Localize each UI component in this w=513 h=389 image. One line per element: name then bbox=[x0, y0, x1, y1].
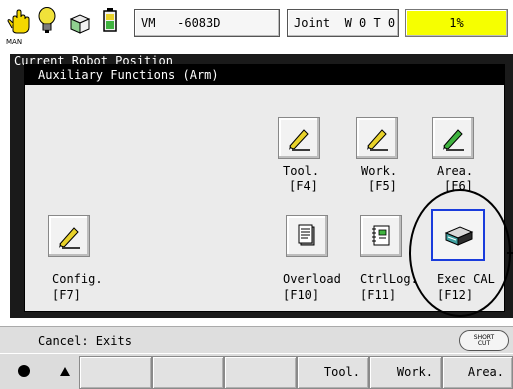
work-button[interactable] bbox=[356, 117, 398, 159]
program-name-field[interactable]: VM -6083D bbox=[134, 9, 280, 37]
pencil-icon bbox=[289, 129, 310, 151]
exec-calibration-label: Exec CAL bbox=[437, 272, 495, 286]
dialog-title: Auxiliary Functions (Arm) bbox=[25, 65, 504, 85]
pencil-icon bbox=[367, 129, 388, 151]
message-text: Cancel: Exits bbox=[38, 334, 132, 348]
controller-log-label: CtrlLog. bbox=[360, 272, 418, 286]
status-bar: MAN VM -6083D Joint W 0 T 0 1% bbox=[0, 0, 513, 47]
coordinate-mode-field[interactable]: Joint W 0 T 0 bbox=[287, 9, 399, 37]
area-key: [F6] bbox=[444, 179, 473, 193]
calibration-device-icon bbox=[444, 226, 474, 246]
function-key-1[interactable] bbox=[79, 356, 152, 389]
shortcut-button[interactable]: SHORT CUT bbox=[459, 330, 509, 351]
tool-key: [F4] bbox=[289, 179, 318, 193]
overload-key: [F10] bbox=[283, 288, 320, 302]
pencil-icon bbox=[59, 227, 80, 249]
work-key: [F5] bbox=[368, 179, 397, 193]
shortcut-label: SHORT CUT bbox=[474, 334, 494, 347]
record-dot-icon[interactable] bbox=[18, 365, 30, 377]
function-key-2[interactable] bbox=[152, 356, 224, 389]
config-key: [F7] bbox=[52, 288, 81, 302]
tool-button[interactable] bbox=[278, 117, 320, 159]
area-button[interactable] bbox=[432, 117, 474, 159]
mode-label: MAN bbox=[6, 38, 23, 46]
pencil-icon bbox=[443, 129, 464, 151]
controller-log-button[interactable] bbox=[360, 215, 402, 257]
overload-button[interactable] bbox=[286, 215, 328, 257]
config-button[interactable] bbox=[48, 215, 90, 257]
notebook-icon bbox=[372, 225, 390, 246]
function-key-3[interactable] bbox=[224, 356, 297, 389]
overload-label: Overload bbox=[283, 272, 341, 286]
tool-label: Tool. bbox=[283, 164, 320, 178]
exec-calibration-key: [F12] bbox=[437, 288, 474, 302]
lightbulb-icon[interactable] bbox=[36, 6, 66, 40]
config-label: Config. bbox=[52, 272, 103, 286]
work-label: Work. bbox=[361, 164, 398, 178]
function-key-tool[interactable]: Tool. bbox=[297, 356, 369, 389]
document-icon bbox=[298, 224, 315, 246]
controller-log-key: [F11] bbox=[360, 288, 397, 302]
highlight-pointer-line bbox=[507, 252, 513, 254]
triangle-up-icon[interactable] bbox=[60, 367, 70, 376]
battery-icon[interactable] bbox=[100, 6, 130, 40]
shortcut-label-bottom: CUT bbox=[477, 339, 491, 347]
function-key-area[interactable]: Area. bbox=[442, 356, 513, 389]
cube-icon[interactable] bbox=[67, 6, 97, 40]
function-key-work[interactable]: Work. bbox=[369, 356, 442, 389]
exec-calibration-button[interactable] bbox=[431, 209, 485, 261]
hand-mode-icon[interactable] bbox=[5, 6, 35, 40]
speed-override-field[interactable]: 1% bbox=[405, 9, 508, 37]
area-label: Area. bbox=[437, 164, 474, 178]
